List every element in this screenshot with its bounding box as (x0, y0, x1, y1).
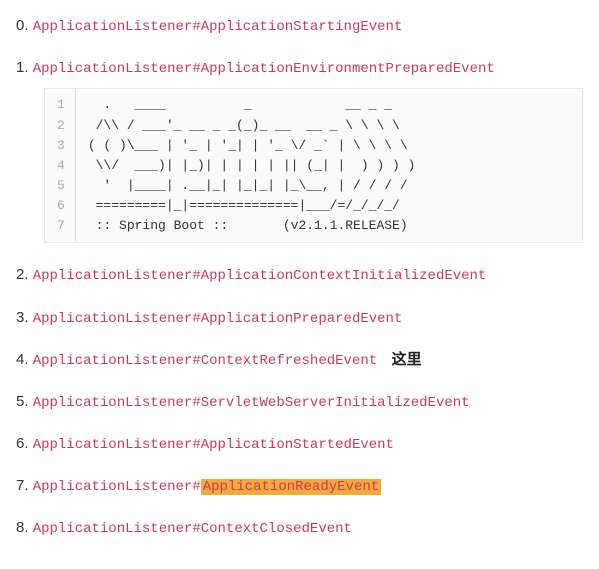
spring-boot-banner-block: 1 2 3 4 5 6 7 . ____ _ __ _ _ /\\ / ___'… (44, 88, 583, 243)
inline-annotation: 这里 (392, 351, 422, 368)
event-code-prefix: ApplicationListener# (33, 479, 201, 495)
event-code-highlighted: ApplicationReadyEvent (201, 479, 381, 495)
list-item: ApplicationListener#ApplicationPreparedE… (16, 304, 583, 332)
line-number-gutter: 1 2 3 4 5 6 7 (45, 89, 76, 242)
event-code: ApplicationListener#ApplicationStartingE… (33, 19, 403, 35)
event-code: ApplicationListener#ContextClosedEvent (33, 521, 352, 537)
list-item: ApplicationListener#ContextRefreshedEven… (16, 346, 583, 374)
list-item: ApplicationListener#ContextClosedEvent (16, 514, 583, 542)
event-code: ApplicationListener#ApplicationPreparedE… (33, 311, 403, 327)
list-item: ApplicationListener#ApplicationContextIn… (16, 261, 583, 289)
event-code: ApplicationListener#ApplicationContextIn… (33, 268, 487, 284)
event-code: ApplicationListener#ApplicationStartedEv… (33, 437, 394, 453)
list-item: ApplicationListener#ApplicationStartingE… (16, 12, 583, 40)
list-item: ApplicationListener#ApplicationStartedEv… (16, 430, 583, 458)
list-item: ApplicationListener#ApplicationReadyEven… (16, 472, 583, 500)
event-code: ApplicationListener#ApplicationEnvironme… (33, 61, 495, 77)
list-item: ApplicationListener#ApplicationEnvironme… (16, 54, 583, 243)
event-code: ApplicationListener#ServletWebServerInit… (33, 395, 470, 411)
event-ordered-list: ApplicationListener#ApplicationStartingE… (16, 12, 583, 543)
list-item: ApplicationListener#ServletWebServerInit… (16, 388, 583, 416)
banner-ascii-art: . ____ _ __ _ _ /\\ / ___'_ __ _ _(_)_ _… (76, 89, 428, 242)
event-code: ApplicationListener#ContextRefreshedEven… (33, 353, 377, 369)
